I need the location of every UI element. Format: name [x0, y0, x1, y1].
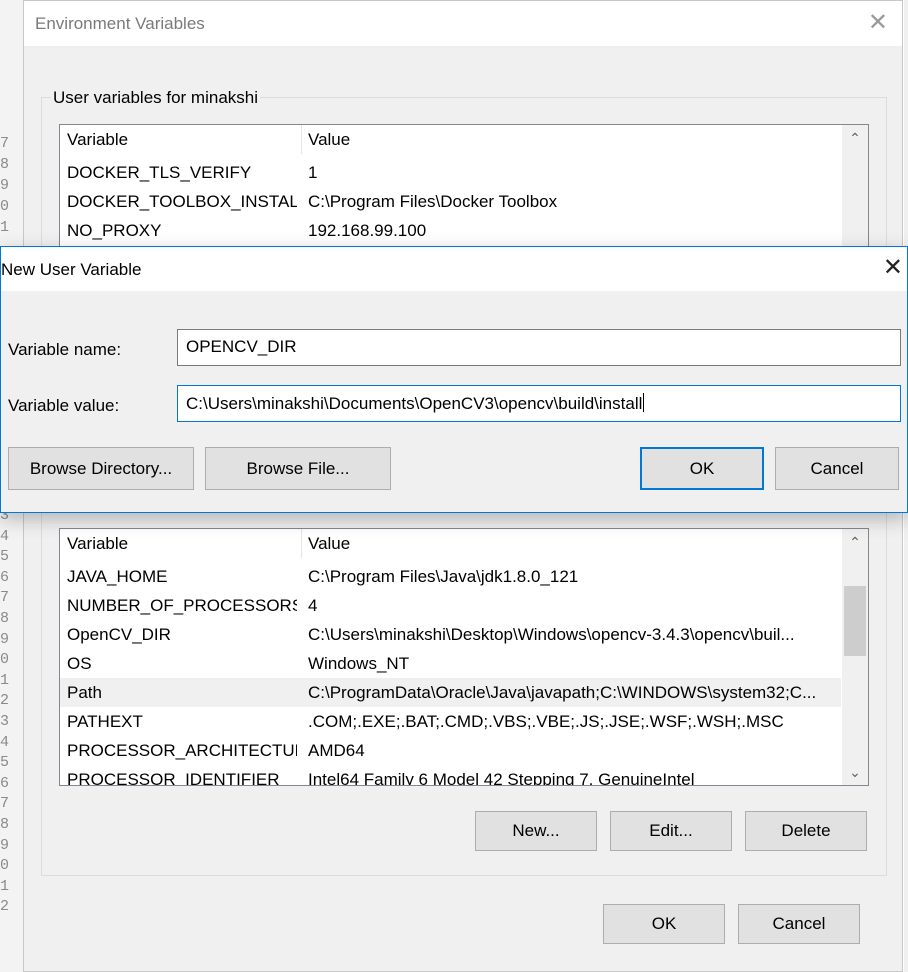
background-line-number: 8: [0, 816, 10, 833]
background-line-number: 9: [0, 630, 10, 648]
value-cell: Intel64 Family 6 Model 42 Stepping 7, Ge…: [308, 770, 695, 786]
column-separator[interactable]: [301, 125, 302, 154]
value-cell: 192.168.99.100: [308, 221, 427, 240]
browse-file-button[interactable]: Browse File...: [205, 447, 391, 490]
value-cell: .COM;.EXE;.BAT;.CMD;.VBS;.VBE;.JS;.JSE;.…: [308, 712, 784, 731]
env-window-title: Environment Variables: [35, 14, 205, 33]
value-cell: AMD64: [308, 741, 365, 760]
value-cell: C:\Users\minakshi\Desktop\Windows\opencv…: [308, 625, 795, 644]
scroll-up-arrow-icon[interactable]: ⌃: [842, 125, 868, 151]
background-line-number: 1: [0, 219, 10, 236]
background-line-number: 1: [0, 877, 10, 895]
background-line-number: 0: [0, 198, 10, 215]
background-line-number: 1: [0, 671, 10, 689]
column-header-value[interactable]: Value: [308, 130, 835, 150]
variable-name-input[interactable]: OPENCV_DIR: [177, 329, 901, 366]
background-line-number: 6: [0, 774, 10, 792]
variable-cell: NO_PROXY: [67, 221, 162, 240]
table-row[interactable]: PROCESSOR_ARCHITECTURE AMD64: [60, 736, 841, 765]
system-variables-list[interactable]: Variable Value JAVA_HOME C:\Program File…: [59, 528, 869, 786]
value-cell: C:\ProgramData\Oracle\Java\javapath;C:\W…: [308, 683, 817, 702]
background-line-number: 3: [0, 713, 10, 730]
column-separator[interactable]: [301, 529, 302, 558]
table-row[interactable]: PROCESSOR_IDENTIFIER Intel64 Family 6 Mo…: [60, 765, 841, 786]
table-row[interactable]: DOCKER_TOOLBOX_INSTAL... C:\Program File…: [60, 187, 841, 216]
background-line-number: 2: [0, 692, 10, 710]
system-list-scrollbar[interactable]: ⌃ ⌄: [842, 529, 868, 785]
value-cell: 1: [308, 163, 318, 182]
dialog-ok-button[interactable]: OK: [640, 447, 764, 490]
env-title-bar: Environment Variables ✕: [24, 1, 902, 46]
background-line-number: 7: [0, 795, 10, 813]
background-line-number: 4: [0, 527, 10, 545]
variable-value-label: Variable value:: [8, 396, 120, 415]
env-close-icon[interactable]: ✕: [868, 10, 888, 36]
dialog-close-icon[interactable]: ✕: [883, 255, 903, 281]
table-row[interactable]: JAVA_HOME C:\Program Files\Java\jdk1.8.0…: [60, 562, 841, 591]
column-header-variable[interactable]: Variable: [67, 130, 297, 150]
env-ok-button[interactable]: OK: [603, 904, 725, 944]
table-row[interactable]: OpenCV_DIR C:\Users\minakshi\Desktop\Win…: [60, 620, 841, 649]
table-row[interactable]: NO_PROXY 192.168.99.100: [60, 216, 841, 245]
value-cell: Windows_NT: [308, 654, 410, 673]
variable-name-label: Variable name:: [8, 340, 122, 359]
table-row-selected[interactable]: Path C:\ProgramData\Oracle\Java\javapath…: [60, 678, 841, 707]
delete-system-variable-button[interactable]: Delete: [745, 811, 867, 851]
new-system-variable-button[interactable]: New...: [475, 811, 597, 851]
variable-cell: DOCKER_TLS_VERIFY: [67, 163, 252, 182]
text-caret: [643, 393, 645, 412]
variable-cell: JAVA_HOME: [67, 567, 168, 586]
user-variables-label: User variables for minakshi: [51, 88, 261, 108]
background-line-number: 0: [0, 857, 10, 875]
system-list-header: Variable Value: [60, 529, 841, 558]
value-cell: C:\Program Files\Docker Toolbox: [308, 192, 558, 211]
new-user-variable-dialog: New User Variable ✕ Variable name: OPENC…: [0, 246, 908, 513]
table-row[interactable]: PATHEXT .COM;.EXE;.BAT;.CMD;.VBS;.VBE;.J…: [60, 707, 841, 736]
background-line-number: 0: [0, 651, 10, 669]
value-cell: C:\Program Files\Java\jdk1.8.0_121: [308, 567, 579, 586]
scrollbar-thumb[interactable]: [844, 586, 866, 656]
variable-cell: OpenCV_DIR: [67, 625, 171, 644]
variable-cell: PROCESSOR_IDENTIFIER: [67, 770, 280, 786]
background-line-number: 9: [0, 836, 10, 854]
table-row[interactable]: DOCKER_TLS_VERIFY 1: [60, 158, 841, 187]
variable-value-text: C:\Users\minakshi\Documents\OpenCV3\open…: [186, 394, 643, 413]
background-line-number: 2: [0, 898, 10, 916]
column-header-value[interactable]: Value: [308, 534, 835, 554]
variable-cell: OS: [67, 654, 92, 673]
variable-cell: PATHEXT: [67, 712, 143, 731]
background-line-number: 8: [0, 156, 10, 173]
variable-cell: PROCESSOR_ARCHITECTURE: [67, 741, 297, 760]
variable-name-value: OPENCV_DIR: [186, 337, 297, 356]
user-list-header: Variable Value: [60, 125, 841, 154]
value-cell: 4: [308, 596, 318, 615]
variable-cell: NUMBER_OF_PROCESSORS: [67, 596, 297, 615]
dialog-title: New User Variable: [1, 260, 142, 279]
variable-cell: Path: [67, 683, 102, 702]
env-cancel-button[interactable]: Cancel: [738, 904, 860, 944]
browse-directory-button[interactable]: Browse Directory...: [8, 447, 194, 490]
table-row[interactable]: NUMBER_OF_PROCESSORS 4: [60, 591, 841, 620]
table-row[interactable]: OS Windows_NT: [60, 649, 841, 678]
background-line-number: 7: [0, 135, 10, 152]
variable-value-input[interactable]: C:\Users\minakshi\Documents\OpenCV3\open…: [177, 385, 901, 422]
column-header-variable[interactable]: Variable: [67, 534, 297, 554]
scroll-up-arrow-icon[interactable]: ⌃: [842, 529, 868, 555]
background-line-number: 5: [0, 754, 10, 772]
background-line-number: 9: [0, 177, 10, 194]
edit-system-variable-button[interactable]: Edit...: [610, 811, 732, 851]
background-line-number: 7: [0, 589, 10, 607]
background-line-number: 6: [0, 568, 10, 586]
scroll-down-arrow-icon[interactable]: ⌄: [842, 759, 868, 785]
dialog-cancel-button[interactable]: Cancel: [775, 447, 899, 490]
dialog-title-bar: New User Variable ✕: [1, 247, 907, 291]
background-line-number: 5: [0, 548, 10, 566]
variable-cell: DOCKER_TOOLBOX_INSTAL...: [67, 192, 297, 211]
background-line-number: 4: [0, 733, 10, 751]
background-line-number: 8: [0, 610, 10, 627]
